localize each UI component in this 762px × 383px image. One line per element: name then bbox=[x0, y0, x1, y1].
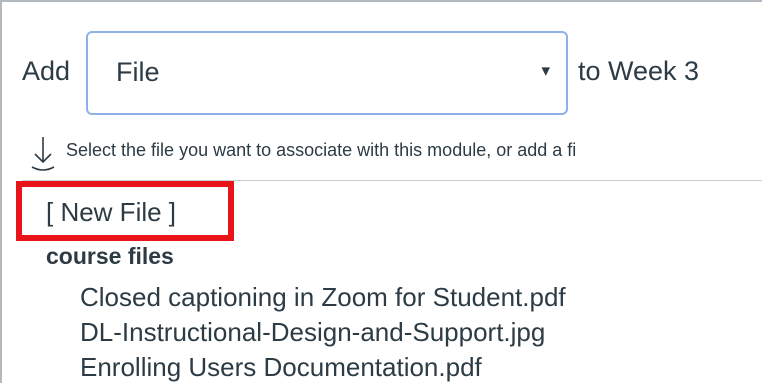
item-type-select[interactable]: File ▾ bbox=[86, 31, 568, 115]
chevron-down-icon: ▾ bbox=[541, 61, 550, 80]
target-module-label: to Week 3 bbox=[578, 56, 700, 86]
new-file-option[interactable]: [ New File ] bbox=[46, 197, 176, 228]
frame-border bbox=[0, 0, 2, 383]
folder-label-course-files: course files bbox=[46, 243, 174, 269]
file-item[interactable]: Closed captioning in Zoom for Student.pd… bbox=[80, 282, 566, 317]
add-module-item-dialog: Add File ▾ to Week 3 Select the file you… bbox=[0, 0, 762, 383]
file-list: Closed captioning in Zoom for Student.pd… bbox=[80, 282, 566, 383]
item-type-selected-value: File bbox=[116, 57, 160, 87]
frame-border bbox=[0, 0, 762, 2]
add-label: Add bbox=[22, 56, 71, 86]
file-item[interactable]: Enrolling Users Documentation.pdf bbox=[80, 352, 566, 383]
upload-arrow-icon bbox=[31, 137, 55, 171]
file-item[interactable]: DL-Instructional-Design-and-Support.jpg bbox=[80, 317, 566, 352]
upload-hint-text: Select the file you want to associate wi… bbox=[66, 140, 577, 160]
